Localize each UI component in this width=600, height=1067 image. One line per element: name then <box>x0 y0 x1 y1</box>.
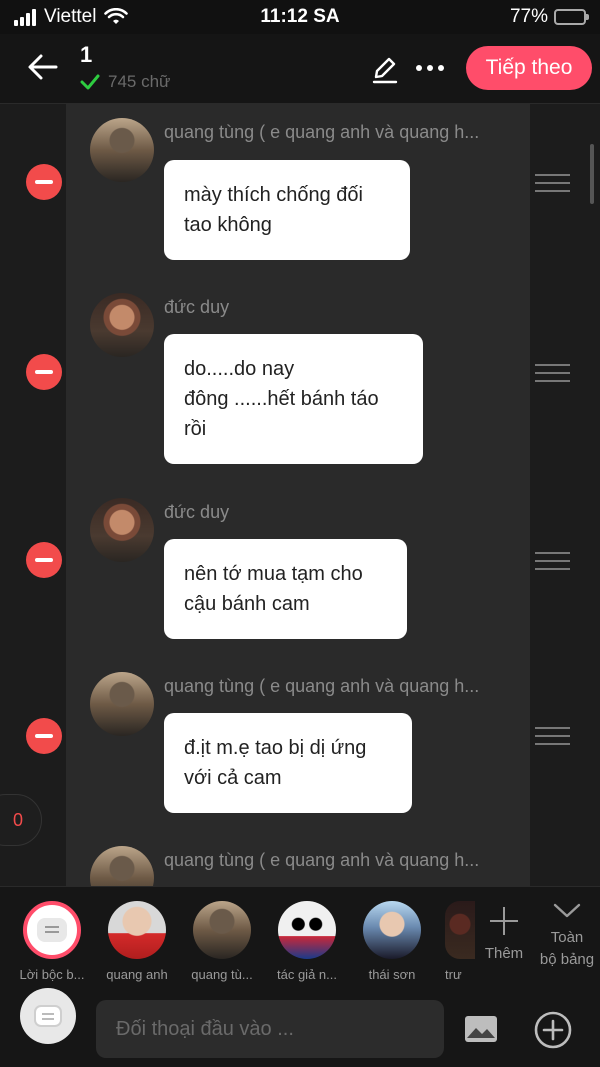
add-character-label: Thêm <box>484 945 524 962</box>
avatar <box>90 118 154 182</box>
character-narrator[interactable]: Lời bộc b... <box>12 901 92 982</box>
narration-icon <box>34 1005 62 1027</box>
more-options-icon[interactable] <box>416 65 444 71</box>
status-bar: Viettel 11:12 SA 77% <box>0 0 600 34</box>
remove-message-button[interactable] <box>26 718 62 754</box>
character-quang-anh[interactable]: quang anh <box>97 901 177 982</box>
plus-icon <box>488 905 520 937</box>
add-character-button[interactable]: Thêm <box>478 905 530 962</box>
avatar <box>278 901 336 959</box>
sender-name: đức duy <box>164 297 230 317</box>
character-tac-gia[interactable]: tác giả n... <box>267 901 347 982</box>
battery-percent: 77% <box>509 6 548 27</box>
message-bubble[interactable]: nên tớ mua tạm cho cậu bánh cam <box>164 539 407 639</box>
check-icon <box>80 74 100 90</box>
avatar <box>108 901 166 959</box>
next-button[interactable]: Tiếp theo <box>466 46 592 90</box>
full-board-label: bộ bảng <box>539 951 595 968</box>
avatar <box>363 901 421 959</box>
character-label: tác giả n... <box>277 967 337 982</box>
avatar <box>90 293 154 357</box>
plus-circle-icon[interactable] <box>533 1010 573 1050</box>
word-count-label: 745 chữ <box>108 72 171 91</box>
status-right: 77% <box>509 6 589 28</box>
unread-counter[interactable]: 0 <box>0 794 42 846</box>
battery-icon <box>554 9 589 25</box>
sender-name: quang tùng ( e quang anh và quang h... <box>164 122 480 142</box>
edit-pencil-icon[interactable] <box>370 54 400 84</box>
character-label: quang tù... <box>191 967 253 982</box>
remove-message-button[interactable] <box>26 354 62 390</box>
character-label: quang anh <box>106 967 168 982</box>
message-bubble[interactable]: do.....do nay đông ......hết bánh táo rồ… <box>164 334 423 464</box>
input-bar <box>0 986 600 1067</box>
remove-message-button[interactable] <box>26 542 62 578</box>
drag-handle-icon[interactable] <box>535 174 570 192</box>
character-quang-tung[interactable]: quang tù... <box>182 901 262 982</box>
character-label: Lời bộc b... <box>19 967 85 982</box>
message-bubble[interactable]: đ.ịt m.ẹ tao bị dị ứng với cả cam <box>164 713 412 813</box>
chevron-down-icon <box>553 903 581 918</box>
drag-handle-icon[interactable] <box>535 552 570 570</box>
remove-message-button[interactable] <box>26 164 62 200</box>
drag-handle-icon[interactable] <box>535 364 570 382</box>
avatar <box>90 498 154 562</box>
narration-toggle-button[interactable] <box>20 988 76 1044</box>
character-label: thái sơn <box>368 967 416 982</box>
back-arrow-icon[interactable] <box>26 50 60 84</box>
full-board-button[interactable]: Toàn bộ bảng <box>534 899 600 970</box>
sender-name: đức duy <box>164 502 230 522</box>
chapter-title: 1 <box>80 42 93 67</box>
chat-list[interactable]: quang tùng ( e quang anh và quang h... m… <box>0 104 600 886</box>
sender-name: quang tùng ( e quang anh và quang h... <box>164 676 480 696</box>
message-bubble[interactable]: mày thích chống đối tao không <box>164 160 410 260</box>
character-partial[interactable]: trư <box>437 901 477 982</box>
sender-name: quang tùng ( e quang anh và quang h... <box>164 850 480 870</box>
narration-icon <box>37 918 67 942</box>
avatar <box>193 901 251 959</box>
dialogue-input[interactable] <box>96 1000 444 1058</box>
scrollbar[interactable] <box>590 144 594 204</box>
avatar <box>445 901 475 959</box>
character-label: trư <box>445 967 462 982</box>
avatar <box>90 672 154 736</box>
chapter-header: 1 745 chữ Tiếp theo <box>0 34 600 104</box>
image-icon[interactable] <box>463 1014 499 1044</box>
full-board-label: Toàn <box>550 929 584 946</box>
character-thai-son[interactable]: thái sơn <box>352 901 432 982</box>
character-strip: Lời bộc b... quang anh quang tù... tác g… <box>0 886 600 986</box>
word-count: 745 chữ <box>80 72 170 92</box>
drag-handle-icon[interactable] <box>535 727 570 745</box>
narrator-avatar <box>23 901 81 959</box>
